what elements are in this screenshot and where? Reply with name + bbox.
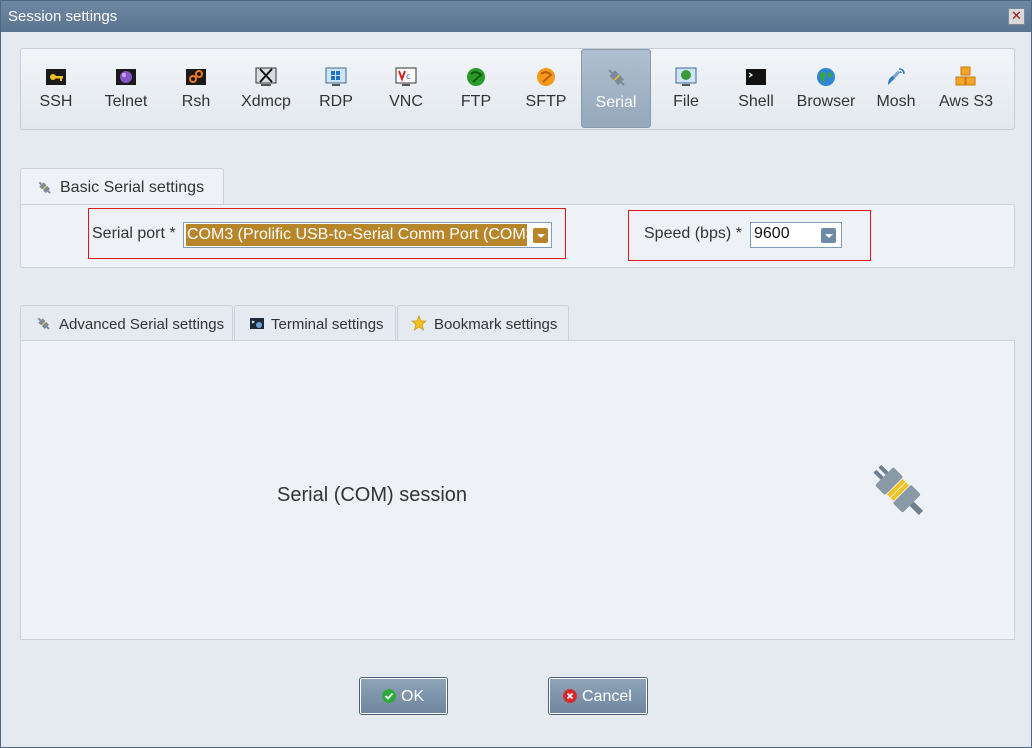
chevron-down-icon[interactable] [533,228,548,243]
protocol-label: Browser [796,93,856,110]
protocol-ftp[interactable]: FTP [441,49,511,129]
close-icon: ✕ [1011,9,1022,24]
protocol-ssh[interactable]: SSH [21,49,91,129]
serial-plug-icon [608,69,625,86]
chevron-down-icon[interactable] [821,228,836,243]
protocol-xdmcp[interactable]: Xdmcp [231,49,301,129]
tab-label: Terminal settings [271,316,384,333]
rsh-icon [186,69,206,85]
serial-port-label: Serial port * [92,225,176,242]
protocol-telnet[interactable]: Telnet [91,49,161,129]
protocol-label: Rsh [181,93,211,110]
tab-advanced-serial-settings[interactable]: Advanced Serial settings [20,305,233,341]
protocol-label: Serial [595,94,637,111]
terminal-settings-icon [250,318,264,329]
protocol-rsh[interactable]: Rsh [161,49,231,129]
tab-terminal-settings[interactable]: Terminal settings [234,305,396,341]
protocol-shell[interactable]: Shell [721,49,791,129]
tab-label: Advanced Serial settings [59,316,225,333]
basic-serial-panel: Serial port * COM3 (Prolific USB-to-Seri… [20,204,1015,268]
speed-value: 9600 [754,225,790,242]
serial-plug-icon [38,181,51,194]
protocol-label: Telnet [104,93,148,110]
windows-display-icon [325,67,347,86]
serial-port-value: COM3 (Prolific USB-to-Serial Comm Port (… [186,224,527,246]
protocol-vnc[interactable]: c VNC [371,49,441,129]
tab-label: Basic Serial settings [60,179,205,196]
cancel-button[interactable]: Cancel [549,678,647,714]
check-icon [382,689,396,703]
green-globe-icon [467,68,485,86]
serial-plug-icon [37,317,50,330]
protocol-browser[interactable]: Browser [791,49,861,129]
dialog-content: SSH Telnet Rsh Xdmcp RDP c VNC FTP SFTP … [5,32,1027,743]
protocol-rdp[interactable]: RDP [301,49,371,129]
tab-basic-serial-settings[interactable]: Basic Serial settings [20,168,224,205]
cancel-icon [563,689,577,703]
tab-label: Bookmark settings [434,316,558,333]
protocol-label: FTP [460,93,492,110]
purple-ball-icon [116,69,136,85]
protocol-label: SSH [39,93,73,110]
vnc-icon: c [395,67,417,86]
ok-label: OK [401,688,425,705]
tab-bookmark-settings[interactable]: Bookmark settings [397,305,569,341]
close-button[interactable]: ✕ [1008,8,1025,25]
protocol-label: Xdmcp [241,93,291,110]
ok-button[interactable]: OK [360,678,447,714]
cancel-label: Cancel [582,688,632,705]
protocol-label: VNC [389,93,423,110]
svg-text:c: c [406,72,410,81]
protocol-toolbar: SSH Telnet Rsh Xdmcp RDP c VNC FTP SFTP … [20,48,1015,130]
x-display-icon [255,67,277,86]
protocol-mosh[interactable]: Mosh [861,49,931,129]
window-title: Session settings [8,8,118,25]
session-settings-window: Session settings ✕ SSH Telnet Rsh Xdmcp [0,0,1032,748]
title-bar[interactable]: Session settings ✕ [1,1,1031,32]
file-monitor-icon [675,67,697,86]
protocol-serial[interactable]: Serial [581,49,651,128]
serial-plug-large-icon [873,464,924,516]
protocol-label: File [673,93,699,110]
protocol-label: Shell [738,93,774,110]
protocol-label: Aws S3 [939,93,993,110]
protocol-label: SFTP [525,93,567,110]
cubes-icon [955,66,976,86]
speed-label: Speed (bps) * [644,225,742,242]
protocol-aws-s3[interactable]: Aws S3 [931,49,1001,129]
protocol-label: Mosh [876,93,916,110]
serial-port-select[interactable]: COM3 (Prolific USB-to-Serial Comm Port (… [183,222,552,248]
satellite-icon [888,68,905,85]
terminal-icon [746,69,766,85]
protocol-file[interactable]: File [651,49,721,129]
session-type-text: Serial (COM) session [277,484,468,506]
protocol-sftp[interactable]: SFTP [511,49,581,129]
session-description-panel: Serial (COM) session [20,340,1015,640]
protocol-label: RDP [319,93,353,110]
orange-globe-icon [537,68,555,86]
earth-icon [817,68,835,86]
key-icon [46,69,66,85]
star-icon [411,315,427,331]
speed-select[interactable]: 9600 [750,222,842,248]
